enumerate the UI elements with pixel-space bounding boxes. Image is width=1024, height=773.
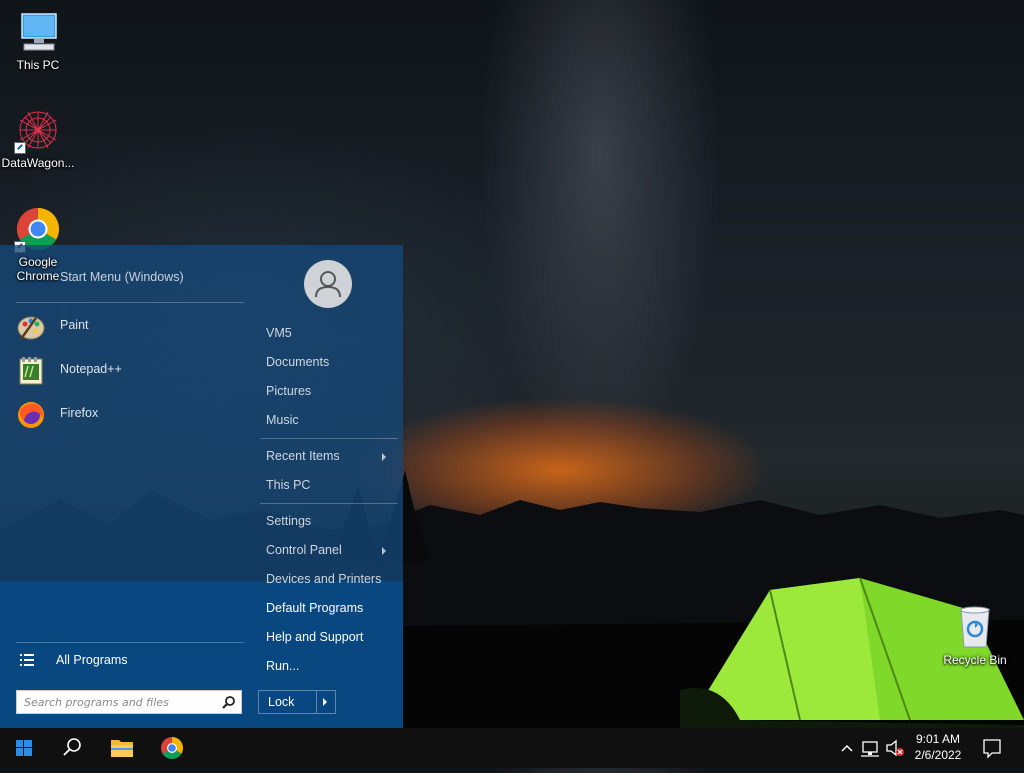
paint-icon: [16, 312, 46, 342]
chevron-right-icon: [382, 453, 386, 461]
desktop-icon-this-pc[interactable]: This PC: [0, 8, 76, 72]
start-link-settings[interactable]: Settings: [266, 514, 396, 534]
taskbar: 9:01 AM 2/6/2022: [0, 728, 1024, 768]
start-menu-left-pane: Start Menu (Windows) Paint Notepad++ Fir…: [0, 245, 254, 728]
all-programs-button[interactable]: All Programs: [0, 647, 254, 675]
search-icon[interactable]: [222, 695, 236, 709]
separator: [260, 503, 398, 504]
start-link-music[interactable]: Music: [266, 413, 396, 433]
start-link-documents[interactable]: Documents: [266, 355, 396, 375]
notification-icon: [983, 739, 1001, 759]
start-link-default-programs[interactable]: Default Programs: [266, 601, 396, 621]
taskbar-clock[interactable]: 9:01 AM 2/6/2022: [900, 731, 976, 763]
lock-label: Lock: [268, 695, 295, 709]
taskbar-file-explorer[interactable]: [98, 728, 146, 768]
start-link-control-panel[interactable]: Control Panel: [266, 543, 396, 563]
start-button[interactable]: [0, 728, 48, 768]
start-link-vm5[interactable]: VM5: [266, 326, 396, 346]
clock-time: 9:01 AM: [915, 732, 961, 746]
start-app-label: Paint: [60, 318, 89, 332]
user-avatar[interactable]: [304, 260, 352, 308]
folder-icon: [111, 740, 133, 757]
desktop-icon-recycle-bin[interactable]: Recycle Bin: [937, 603, 1013, 667]
user-icon: [315, 271, 341, 298]
chevron-right-icon: [382, 547, 386, 555]
chevron-up-icon: [841, 744, 853, 752]
lock-button[interactable]: Lock: [258, 690, 336, 714]
taskbar-chrome[interactable]: [148, 728, 196, 768]
desktop-icon-datawagon[interactable]: DataWagon...: [0, 106, 76, 170]
start-link-this-pc[interactable]: This PC: [266, 478, 396, 498]
start-app-firefox[interactable]: Firefox: [0, 395, 254, 435]
action-center-button[interactable]: [980, 728, 1004, 768]
notepadpp-icon: [16, 356, 46, 386]
desktop-icon-label: Google Chrome: [16, 255, 60, 283]
network-icon: [861, 741, 879, 757]
desktop-icon-label: Recycle Bin: [943, 653, 1007, 667]
start-link-run[interactable]: Run...: [266, 659, 396, 679]
desktop-icon-label: DataWagon...: [1, 156, 75, 170]
recycle-bin-icon: [951, 603, 999, 651]
start-menu-title: Start Menu (Windows): [60, 270, 184, 284]
all-programs-label: All Programs: [56, 653, 128, 667]
datawagon-icon: [14, 106, 62, 154]
separator: [16, 302, 244, 303]
start-link-devices-printers[interactable]: Devices and Printers: [266, 572, 396, 592]
start-link-recent-items[interactable]: Recent Items: [266, 449, 396, 469]
start-app-paint[interactable]: Paint: [0, 307, 254, 347]
power-options-arrow-icon[interactable]: [323, 698, 327, 706]
start-link-pictures[interactable]: Pictures: [266, 384, 396, 404]
windows-logo-icon: [16, 740, 32, 756]
start-app-notepadpp[interactable]: Notepad++: [0, 351, 254, 391]
separator: [260, 438, 398, 439]
taskbar-search-button[interactable]: [48, 728, 96, 768]
recent-items-label: Recent Items: [266, 449, 340, 463]
start-app-label: Firefox: [60, 406, 99, 420]
clock-date: 2/6/2022: [914, 748, 962, 762]
list-icon: [20, 653, 34, 667]
search-icon: [63, 738, 81, 756]
shortcut-arrow-icon: [14, 142, 26, 154]
start-app-label: Notepad++: [60, 362, 122, 376]
this-pc-icon: [14, 8, 62, 56]
chrome-icon: [161, 737, 183, 759]
search-input[interactable]: [17, 691, 220, 713]
desktop-icon-google-chrome[interactable]: Google Chrome: [0, 205, 76, 283]
search-box[interactable]: [16, 690, 242, 714]
separator: [16, 642, 244, 643]
tray-overflow-chevron[interactable]: [838, 728, 856, 768]
control-panel-label: Control Panel: [266, 543, 342, 557]
tray-network[interactable]: [860, 728, 882, 768]
desktop-icon-label: This PC: [16, 58, 60, 72]
start-link-help-support[interactable]: Help and Support: [266, 630, 396, 650]
firefox-icon: [16, 400, 46, 430]
separator: [316, 691, 317, 713]
